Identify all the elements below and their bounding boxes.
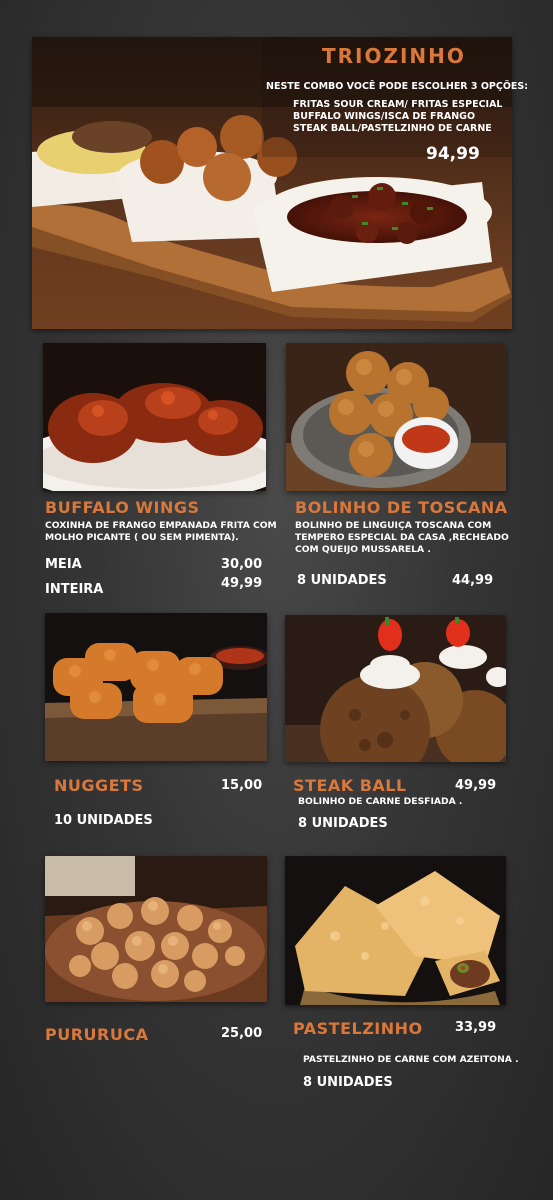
- pastelzinho-title: PASTELZINHO: [293, 1019, 423, 1038]
- bolinho-toscana-photo: [286, 343, 506, 491]
- pururuca-price: 25,00: [221, 1026, 263, 1041]
- pururuca-title: PURURUCA: [45, 1025, 149, 1044]
- combo-intro: NESTE COMBO VOCÊ PODE ESCOLHER 3 OPÇÕES:: [266, 81, 529, 92]
- bolinho-toscana-description: BOLINHO DE LINGUIÇA TOSCANA COM TEMPERO …: [295, 520, 509, 555]
- steak-ball-price: 49,99: [455, 778, 497, 793]
- buffalo-wings-title: BUFFALO WINGS: [45, 498, 200, 517]
- pururuca-photo: [45, 856, 267, 1002]
- buffalo-wings-description: COXINHA DE FRANGO EMPANADA FRITA COM MOL…: [45, 520, 277, 543]
- nuggets-photo: [45, 613, 267, 761]
- nuggets-title: NUGGETS: [54, 776, 144, 795]
- steak-ball-description: BOLINHO DE CARNE DESFIADA .: [298, 796, 463, 807]
- pastelzinho-price: 33,99: [455, 1020, 497, 1035]
- nuggets-price: 15,00: [221, 778, 263, 793]
- buffalo-price-inteira: 49,99: [221, 576, 263, 591]
- pastelzinho-photo: [285, 856, 506, 1005]
- combo-title: TRIOZINHO: [322, 44, 466, 68]
- combo-option: BUFFALO WINGS/ISCA DE FRANGO: [293, 111, 476, 122]
- buffalo-wings-photo: [43, 343, 266, 491]
- buffalo-size-meia: MEIA: [45, 557, 82, 572]
- steak-ball-quantity: 8 UNIDADES: [298, 816, 388, 831]
- buffalo-size-inteira: INTEIRA: [45, 582, 104, 597]
- combo-option: FRITAS SOUR CREAM/ FRITAS ESPECIAL: [293, 99, 503, 110]
- steak-ball-title: STEAK BALL: [293, 776, 407, 795]
- bolinho-toscana-price: 44,99: [452, 573, 494, 588]
- buffalo-price-meia: 30,00: [221, 557, 263, 572]
- pastelzinho-quantity: 8 UNIDADES: [303, 1075, 393, 1090]
- nuggets-quantity: 10 UNIDADES: [54, 813, 153, 828]
- steak-ball-photo: [285, 615, 506, 762]
- bolinho-toscana-title: BOLINHO DE TOSCANA: [295, 498, 508, 517]
- bolinho-toscana-quantity: 8 UNIDADES: [297, 573, 387, 588]
- combo-option: STEAK BALL/PASTELZINHO DE CARNE: [293, 123, 492, 134]
- combo-price: 94,99: [426, 144, 480, 164]
- pastelzinho-description: PASTELZINHO DE CARNE COM AZEITONA .: [303, 1054, 519, 1065]
